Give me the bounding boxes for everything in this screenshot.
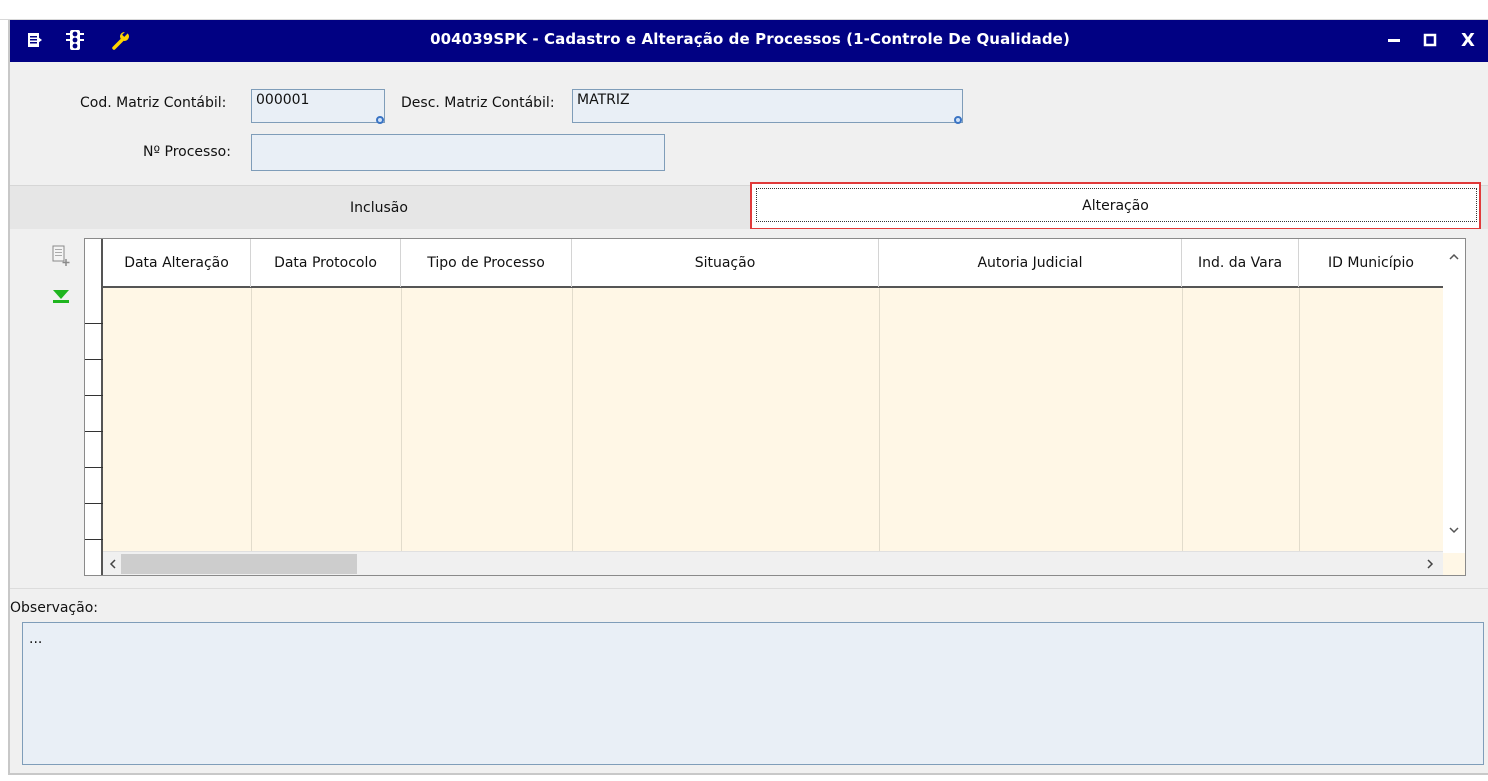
column-divider — [1299, 288, 1300, 552]
tab-bar: Inclusão Alteração — [10, 182, 1488, 230]
scroll-up-icon[interactable] — [1443, 245, 1465, 267]
download-arrow-icon[interactable] — [48, 283, 74, 309]
tab-alteracao[interactable]: Alteração — [750, 182, 1481, 230]
scroll-down-icon[interactable] — [1443, 519, 1465, 541]
horizontal-scroll-thumb[interactable] — [121, 554, 357, 574]
col-ind-vara[interactable]: Ind. da Vara — [1182, 239, 1299, 287]
col-autoria-judicial[interactable]: Autoria Judicial — [879, 239, 1182, 287]
column-divider — [879, 288, 880, 552]
observacao-label: Observação: — [10, 600, 98, 616]
desc-matriz-field[interactable]: MATRIZ — [572, 89, 963, 123]
col-tipo-processo[interactable]: Tipo de Processo — [401, 239, 572, 287]
maximize-button[interactable] — [1418, 28, 1442, 52]
row-indicator-line — [85, 431, 103, 432]
tab-inclusao[interactable]: Inclusão — [10, 186, 748, 230]
alteracao-panel: Data Alteração Data Protocolo Tipo de Pr… — [10, 229, 1488, 589]
title-bar: 004039SPK - Cadastro e Alteração de Proc… — [10, 20, 1488, 62]
cod-matriz-label: Cod. Matriz Contábil: — [80, 95, 227, 111]
cod-matriz-field[interactable]: 000001 — [251, 89, 385, 123]
desc-matriz-label: Desc. Matriz Contábil: — [401, 95, 555, 111]
column-divider — [572, 288, 573, 552]
desc-matriz-lookup-icon[interactable] — [954, 116, 962, 124]
column-divider — [401, 288, 402, 552]
row-indicator-line — [85, 359, 103, 360]
col-data-alteracao[interactable]: Data Alteração — [103, 239, 251, 287]
row-indicator-line — [85, 539, 103, 540]
row-indicator-line — [85, 395, 103, 396]
add-record-icon[interactable] — [48, 243, 74, 269]
observacao-textarea[interactable]: ... — [22, 622, 1484, 765]
row-indicator-line — [85, 467, 103, 468]
column-divider — [251, 288, 252, 552]
col-id-municipio[interactable]: ID Município — [1299, 239, 1443, 287]
processos-grid[interactable]: Data Alteração Data Protocolo Tipo de Pr… — [84, 238, 1466, 576]
top-strip — [0, 0, 1488, 20]
tab-alteracao-label: Alteração — [1082, 198, 1149, 214]
window-title: 004039SPK - Cadastro e Alteração de Proc… — [430, 30, 1070, 48]
cod-matriz-lookup-icon[interactable] — [376, 116, 384, 124]
column-divider — [1182, 288, 1183, 552]
col-situacao[interactable]: Situação — [572, 239, 879, 287]
grid-horizontal-scrollbar[interactable] — [103, 551, 1443, 575]
tab-inclusao-label: Inclusão — [350, 200, 408, 216]
scroll-right-icon[interactable] — [1421, 552, 1439, 575]
close-button[interactable]: X — [1456, 28, 1480, 52]
minimize-button[interactable] — [1382, 28, 1406, 52]
grid-vertical-scrollbar[interactable] — [1443, 239, 1465, 553]
grid-side-toolbar — [48, 243, 78, 323]
row-indicator-line — [85, 323, 103, 324]
row-indicator-line — [85, 503, 103, 504]
col-data-protocolo[interactable]: Data Protocolo — [251, 239, 401, 287]
processo-field[interactable] — [251, 134, 665, 171]
scroll-left-icon[interactable] — [103, 552, 121, 575]
row-indicator-column — [85, 239, 103, 575]
processo-label: Nº Processo: — [143, 144, 231, 160]
app-window: 004039SPK - Cadastro e Alteração de Proc… — [8, 20, 1488, 775]
grid-header: Data Alteração Data Protocolo Tipo de Pr… — [85, 239, 1465, 288]
